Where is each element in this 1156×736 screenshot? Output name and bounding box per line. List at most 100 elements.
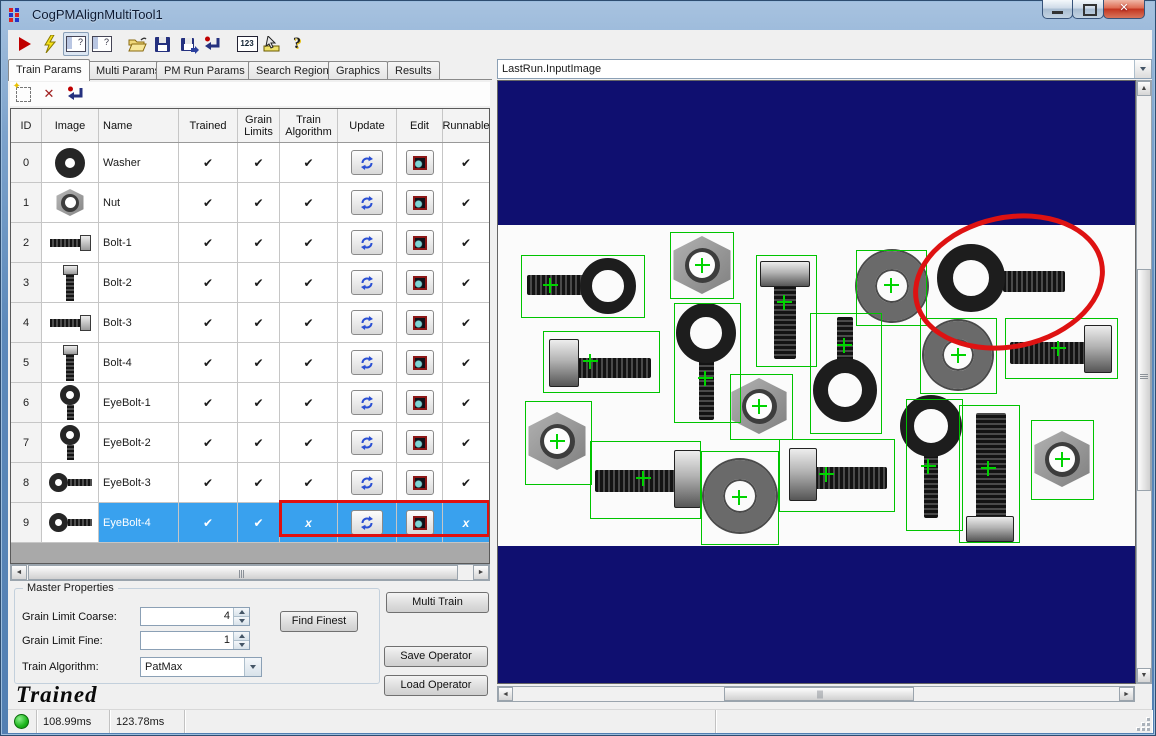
scroll-right-arrow[interactable]: ► (1119, 687, 1134, 701)
edit-cell (397, 503, 443, 542)
status-panel (185, 710, 716, 733)
runnable-flag: ✔ (443, 263, 489, 302)
scroll-thumb[interactable] (1137, 269, 1151, 491)
pattern-row-eyebolt-2[interactable]: 7EyeBolt-2✔✔✔✔ (11, 423, 489, 463)
train-algorithm-label: Train Algorithm: (22, 661, 99, 673)
multi-train-button[interactable]: Multi Train (386, 592, 489, 613)
tab-train-params[interactable]: Train Params (8, 59, 90, 81)
update-cell (338, 343, 397, 382)
update-button[interactable] (351, 270, 383, 295)
maximize-button[interactable] (1072, 0, 1104, 19)
edit-button[interactable] (406, 270, 434, 295)
help-icon[interactable]: ? (285, 33, 309, 55)
update-button[interactable] (351, 150, 383, 175)
reset-icon[interactable] (200, 33, 224, 55)
update-button[interactable] (351, 310, 383, 335)
add-pattern-icon[interactable] (10, 84, 36, 104)
pattern-row-bolt-1[interactable]: 2Bolt-1✔✔✔✔ (11, 223, 489, 263)
float-controls-icon[interactable] (90, 33, 114, 55)
tab-graphics[interactable]: Graphics (328, 61, 388, 80)
edit-button[interactable] (406, 430, 434, 455)
scroll-right-arrow[interactable]: ► (473, 565, 489, 580)
train-algorithm-flag: ✔ (280, 183, 338, 222)
pattern-row-eyebolt-4[interactable]: 9EyeBolt-4✔✔xx (11, 503, 489, 543)
close-button[interactable]: ✕ (1103, 0, 1145, 19)
trained-flag: ✔ (179, 383, 238, 422)
scroll-thumb[interactable] (28, 565, 458, 580)
display-h-scrollbar[interactable]: ◄ ► (497, 686, 1135, 702)
measure-pointer-icon[interactable] (260, 33, 284, 55)
pattern-row-eyebolt-3[interactable]: 8EyeBolt-3✔✔✔✔ (11, 463, 489, 503)
edit-button[interactable] (406, 230, 434, 255)
load-operator-button[interactable]: Load Operator (384, 675, 488, 696)
spin-up-icon[interactable] (234, 632, 249, 641)
update-button[interactable] (351, 470, 383, 495)
tab-results[interactable]: Results (387, 61, 440, 80)
edit-button[interactable] (406, 150, 434, 175)
grid-h-scrollbar[interactable]: ◄ ► (10, 564, 490, 581)
resize-grip[interactable] (1136, 717, 1150, 731)
data-123-icon[interactable]: 123 (235, 33, 259, 55)
edit-button[interactable] (406, 470, 434, 495)
update-cell (338, 143, 397, 182)
runnable-flag: ✔ (443, 383, 489, 422)
edit-region-icon (413, 236, 427, 250)
pattern-row-eyebolt-1[interactable]: 6EyeBolt-1✔✔✔✔ (11, 383, 489, 423)
scroll-up-arrow[interactable]: ▲ (1137, 81, 1151, 96)
update-cell (338, 303, 397, 342)
find-finest-button[interactable]: Find Finest (280, 611, 358, 632)
update-button[interactable] (351, 390, 383, 415)
edit-button[interactable] (406, 350, 434, 375)
save-operator-button[interactable]: Save Operator (384, 646, 488, 667)
row-id: 9 (11, 503, 42, 542)
scroll-left-arrow[interactable]: ◄ (498, 687, 513, 701)
scroll-thumb[interactable] (724, 687, 914, 701)
edit-button[interactable] (406, 510, 434, 535)
pattern-row-bolt-2[interactable]: 3Bolt-2✔✔✔✔ (11, 263, 489, 303)
grain-limit-coarse-field[interactable]: 4 (140, 607, 250, 626)
run-icon[interactable] (13, 33, 37, 55)
spin-down-icon[interactable] (234, 641, 249, 649)
edit-button[interactable] (406, 390, 434, 415)
display-v-scrollbar[interactable]: ▲ ▼ (1136, 80, 1152, 684)
pattern-row-washer[interactable]: 0Washer✔✔✔✔ (11, 143, 489, 183)
edit-button[interactable] (406, 310, 434, 335)
save-as-icon[interactable] (175, 33, 199, 55)
p-cross (777, 295, 792, 310)
spin-up-icon[interactable] (234, 608, 249, 617)
part-box (756, 255, 817, 367)
grain-limit-fine-field[interactable]: 1 (140, 631, 250, 650)
refresh-icon (359, 475, 375, 491)
train-algorithm-flag: ✔ (280, 463, 338, 502)
pattern-row-bolt-4[interactable]: 5Bolt-4✔✔✔✔ (11, 343, 489, 383)
image-display[interactable] (497, 80, 1136, 684)
scroll-down-arrow[interactable]: ▼ (1137, 668, 1151, 683)
tab-pm-run-params[interactable]: PM Run Params (156, 61, 253, 80)
edit-cell (397, 423, 443, 462)
update-button[interactable] (351, 510, 383, 535)
total-time-panel: 123.78ms (110, 710, 185, 733)
show-controls-icon[interactable] (63, 32, 89, 56)
update-button[interactable] (351, 350, 383, 375)
trained-flag: ✔ (179, 183, 238, 222)
title-bar[interactable]: CogPMAlignMultiTool1 ✕ (0, 0, 1156, 30)
open-file-icon[interactable] (125, 33, 149, 55)
display-source-combobox[interactable]: LastRun.InputImage (497, 59, 1152, 79)
update-button[interactable] (351, 430, 383, 455)
train-algorithm-combobox[interactable]: PatMax (140, 657, 262, 677)
update-button[interactable] (351, 230, 383, 255)
pattern-row-bolt-3[interactable]: 4Bolt-3✔✔✔✔ (11, 303, 489, 343)
pattern-row-nut[interactable]: 1Nut✔✔✔✔ (11, 183, 489, 223)
tab-search-region[interactable]: Search Region (248, 61, 337, 80)
minimize-button[interactable] (1042, 0, 1073, 19)
delete-pattern-icon[interactable]: ✕ (36, 84, 62, 104)
reset-patterns-icon[interactable] (62, 84, 88, 104)
electric-run-icon[interactable] (38, 33, 62, 55)
pattern-thumbnail (42, 223, 99, 262)
save-icon[interactable] (150, 33, 174, 55)
spin-down-icon[interactable] (234, 617, 249, 625)
edit-button[interactable] (406, 190, 434, 215)
update-button[interactable] (351, 190, 383, 215)
scroll-left-arrow[interactable]: ◄ (11, 565, 27, 580)
part-box (543, 331, 660, 393)
